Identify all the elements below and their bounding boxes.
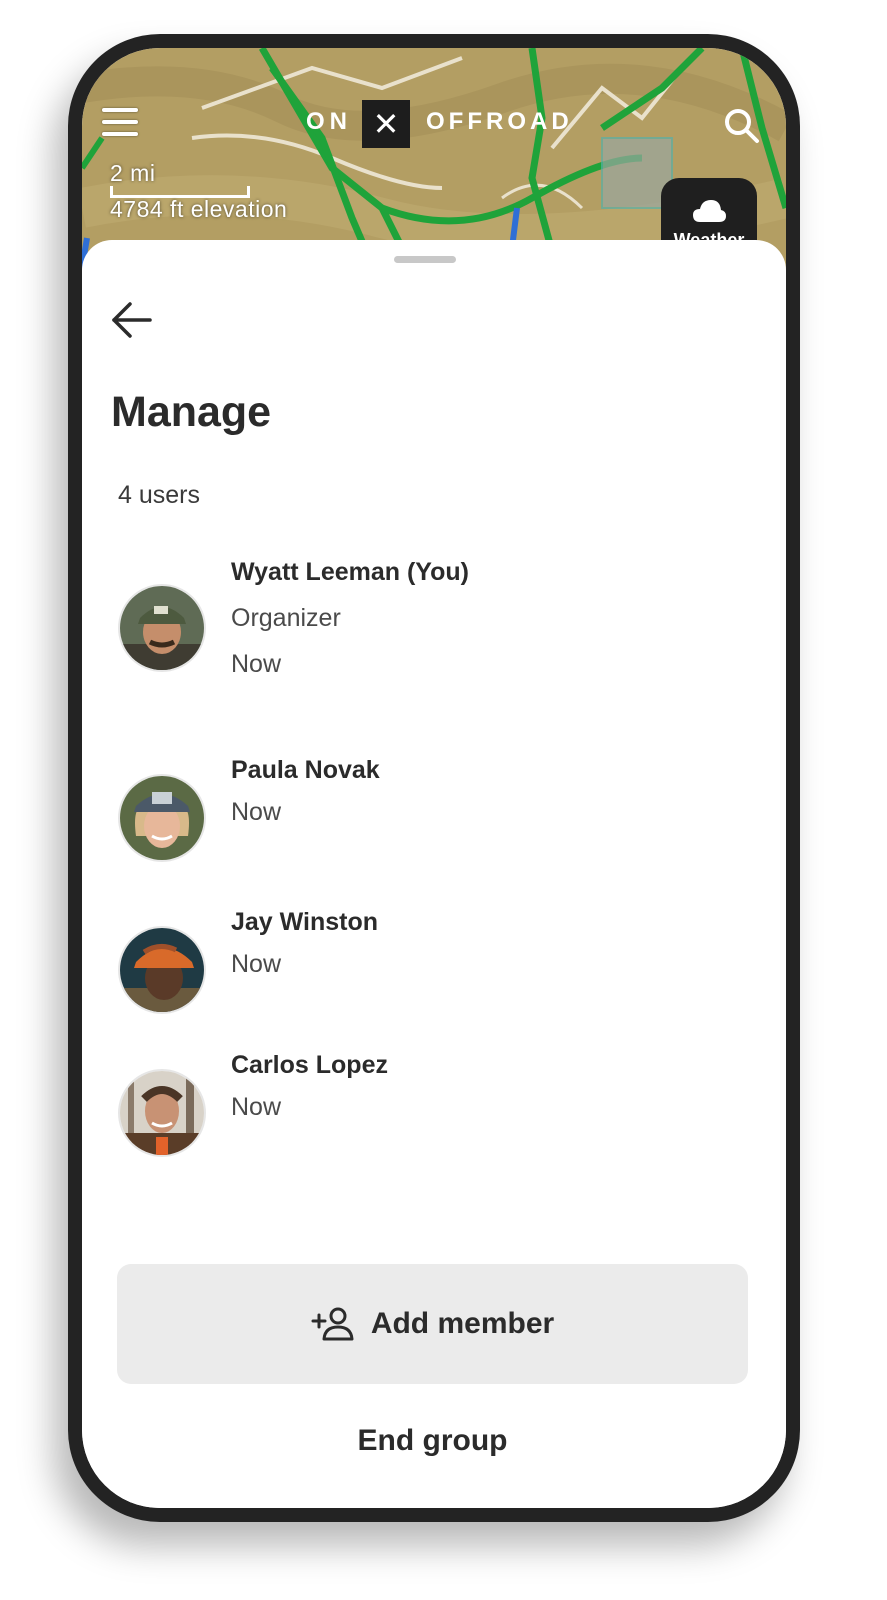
back-button[interactable] (110, 298, 154, 342)
member-row[interactable]: Carlos Lopez Now (118, 1051, 758, 1157)
menu-bar (102, 108, 138, 112)
member-status: Now (231, 650, 282, 678)
menu-bar (102, 132, 138, 136)
logo-text-offroad: OFFROAD (426, 108, 573, 135)
search-icon[interactable] (722, 106, 762, 146)
arrow-left-icon (112, 302, 152, 338)
avatar (118, 774, 206, 862)
member-status: Now (231, 1093, 282, 1121)
avatar (118, 926, 206, 1014)
end-group-button[interactable]: End group (117, 1416, 748, 1466)
elevation-label: 4784 ft elevation (110, 196, 288, 222)
add-member-label: Add member (370, 1307, 555, 1340)
member-row[interactable]: Paula Novak Now (118, 756, 758, 862)
logo-x-mark: ✕ (362, 100, 410, 148)
scale-label: 2 mi (110, 160, 156, 186)
logo-text-on: ON (306, 108, 352, 135)
manage-sheet: Manage 4 users Wyatt Leeman (You) Organi… (82, 240, 786, 1508)
member-status: Now (231, 950, 282, 978)
member-name: Carlos Lopez (231, 1051, 388, 1079)
member-role: Organizer (231, 604, 341, 632)
member-row[interactable]: Jay Winston Now (118, 908, 758, 1014)
avatar (118, 1069, 206, 1157)
add-member-content: Add member (117, 1264, 748, 1384)
menu-bar (102, 120, 138, 124)
onx-logo: ON ✕ OFFROAD (82, 100, 786, 148)
member-name: Paula Novak (231, 756, 380, 784)
user-count: 4 users (118, 481, 200, 509)
sheet-drag-handle[interactable] (394, 256, 456, 263)
cloud-icon (693, 200, 726, 222)
page-title: Manage (111, 388, 272, 436)
avatar (118, 584, 206, 672)
member-name: Wyatt Leeman (You) (231, 558, 469, 586)
member-name: Jay Winston (231, 908, 379, 936)
member-row[interactable]: Wyatt Leeman (You) Organizer Now (118, 558, 758, 678)
phone-frame: ON ✕ OFFROAD 2 mi 4784 ft elevation Mana… (68, 34, 800, 1522)
member-status: Now (231, 798, 282, 826)
add-member-button[interactable]: Add member (117, 1264, 748, 1384)
add-person-icon (311, 1307, 354, 1341)
app-screen: ON ✕ OFFROAD 2 mi 4784 ft elevation Mana… (82, 48, 786, 1508)
menu-icon[interactable] (102, 108, 138, 142)
